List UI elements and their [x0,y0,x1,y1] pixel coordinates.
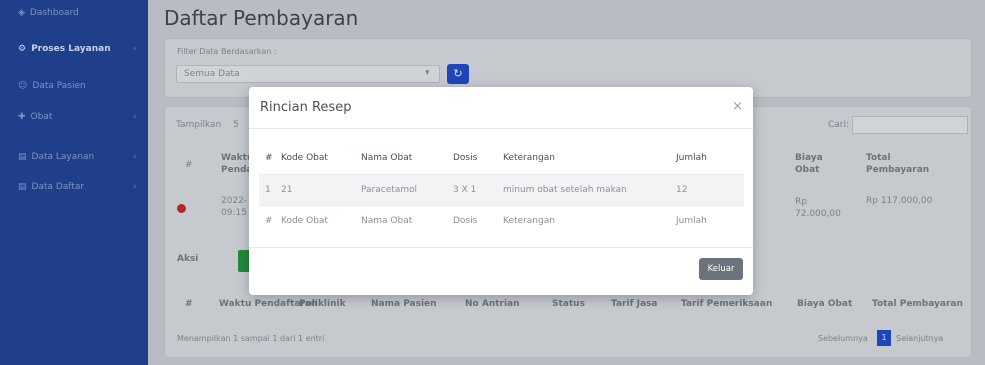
row-date: 2022- [221,196,248,206]
tf-nama-obat: Nama Obat [361,204,453,236]
show-entries-label: Tampilkan [176,120,222,130]
refresh-button[interactable]: ↻ [447,64,469,84]
sidebar-item-data-pasien[interactable]: ☺ Data Pasien [18,81,86,91]
row-time: 09:15 [221,208,247,218]
sidebar-item-data-layanan[interactable]: ▤ Data Layanan [18,152,94,162]
th-kode-obat: Kode Obat [281,153,328,164]
chevron-down-icon: ▾ [425,68,430,78]
table-footer-row: # Kode Obat Nama Obat Dosis Keterangan J… [259,204,744,236]
resep-table: # Kode Obat Nama Obat Dosis Keterangan J… [259,143,744,236]
tf-dosis: Dosis [453,204,503,236]
footer-col-total: Total Pembayaran [872,299,963,309]
sidebar: ◈ Dashboard ⚙ Proses Layanan › ☺ Data Pa… [0,0,148,365]
cell-jumlah: 12 [676,173,744,205]
list-icon: ▤ [18,182,27,192]
list-icon: ▤ [18,152,27,162]
keluar-button[interactable]: Keluar [699,258,743,280]
users-icon: ☺ [18,81,28,91]
tf-kode-obat: Kode Obat [281,204,361,236]
filter-select-value: Semua Data [184,69,240,79]
aksi-label: Aksi [177,254,199,264]
col-biaya-obat: Biaya Obat [795,153,823,175]
cell-number: 1 [259,173,281,205]
dashboard-icon: ◈ [18,8,25,18]
th-keterangan: Keterangan [503,153,555,164]
footer-col-poliklinik: Poliklinik [299,299,346,309]
prev-page-button[interactable]: Sebelumnya [818,334,868,343]
expand-row-icon[interactable] [177,204,186,213]
col-waktu: Waktu Penda [221,153,254,175]
sidebar-item-obat[interactable]: ✚ Obat [18,112,52,122]
tf-jumlah: Jumlah [676,204,744,236]
rincian-resep-modal: Rincian Resep × # Kode Obat Nama Obat Do… [249,87,753,295]
cell-nama-obat: Paracetamol [361,173,453,205]
entries-info: Menampilkan 1 sampai 1 dari 1 entri [177,334,325,343]
footer-col-antrian: No Antrian [465,299,520,309]
col-total: Total Pembayaran [866,153,930,175]
th-dosis: Dosis [453,153,478,164]
refresh-icon: ↻ [453,67,463,80]
tf-number: # [259,204,281,236]
footer-col-status: Status [552,299,585,309]
footer-col-biaya-obat: Biaya Obat [797,299,853,309]
modal-title: Rincian Resep [260,100,352,115]
cell-kode-obat: 21 [281,173,361,205]
close-icon[interactable]: × [732,99,743,114]
row-total: Rp 117.000,00 [866,196,933,206]
footer-col-tarif-jasa: Tarif Jasa [611,299,658,309]
modal-footer: Keluar [249,247,753,295]
pill-icon: ✚ [18,112,26,122]
chevron-right-icon: › [133,44,137,54]
page-title: Daftar Pembayaran [164,6,359,30]
table-row: 1 21 Paracetamol 3 X 1 minum obat setela… [259,173,744,205]
th-nama-obat: Nama Obat [361,153,413,164]
cell-keterangan: minum obat setelah makan [503,173,676,205]
search-label: Cari: [828,120,850,130]
chevron-right-icon: › [133,182,137,192]
sidebar-item-proses-layanan[interactable]: ⚙ Proses Layanan [18,44,111,54]
row-biaya-obat: Rp 72.000,00 [795,197,841,219]
tf-keterangan: Keterangan [503,204,676,236]
col-number: # [185,160,193,170]
footer-col-tarif-pemeriksaan: Tarif Pemeriksaan [681,299,773,309]
footer-col-number: # [185,299,193,309]
page-button-1[interactable]: 1 [877,330,891,346]
th-jumlah: Jumlah [676,153,707,164]
filter-label: Filter Data Berdasarkan : [177,47,277,56]
chevron-right-icon: › [133,152,137,162]
chevron-right-icon: › [133,112,137,122]
th-number: # [265,153,273,164]
show-entries-value[interactable]: 5 [233,120,239,130]
next-page-button[interactable]: Selanjutnya [896,334,943,343]
gear-icon: ⚙ [18,44,27,54]
search-input[interactable] [852,116,968,134]
sidebar-item-data-daftar[interactable]: ▤ Data Daftar [18,182,84,192]
modal-header: Rincian Resep × [249,87,753,129]
cell-dosis: 3 X 1 [453,173,503,205]
sidebar-item-dashboard[interactable]: ◈ Dashboard [18,8,79,18]
footer-col-nama: Nama Pasien [371,299,437,309]
table-header-row: # Kode Obat Nama Obat Dosis Keterangan J… [259,143,744,174]
